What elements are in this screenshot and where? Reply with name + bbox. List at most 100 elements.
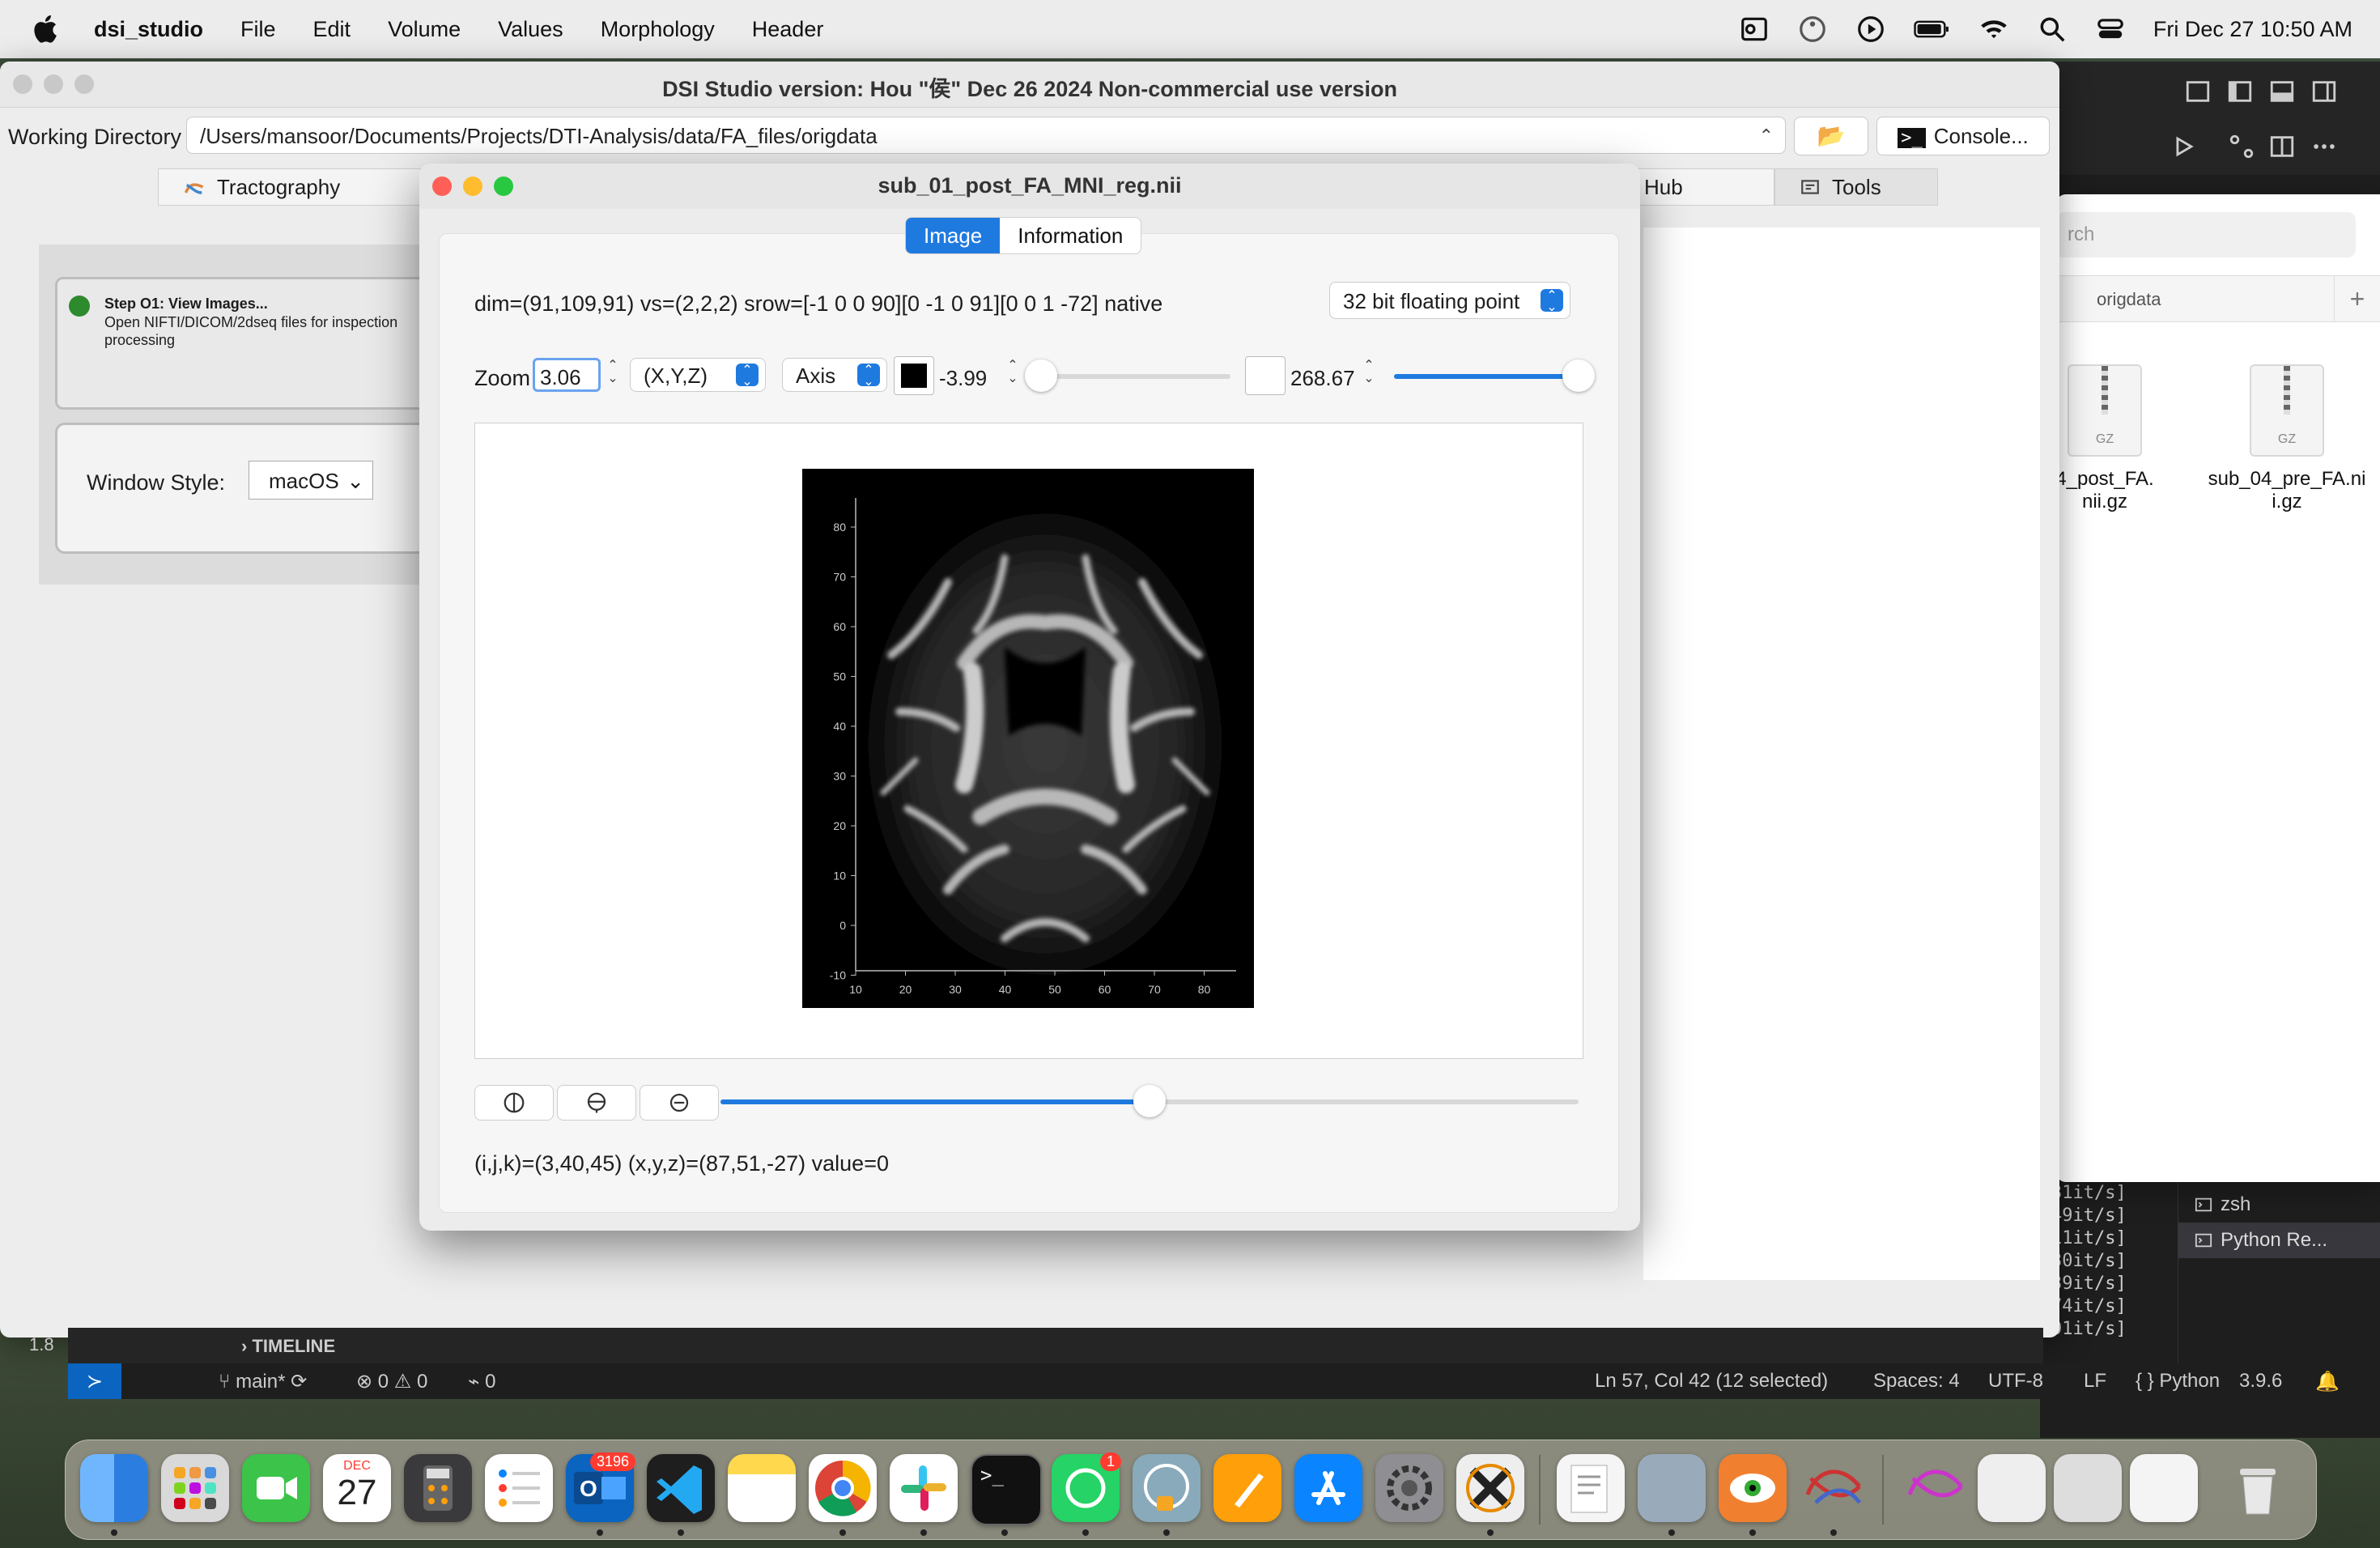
timeline-header[interactable]: › TIMELINE: [241, 1336, 335, 1357]
min-value-stepper[interactable]: ⌃ ⌄: [1005, 359, 1020, 385]
sagittal-view-button[interactable]: [474, 1085, 554, 1121]
cursor-position[interactable]: Ln 57, Col 42 (12 selected): [1595, 1370, 1828, 1393]
coronal-view-button[interactable]: [557, 1085, 636, 1121]
branch-indicator[interactable]: ⑂ main* ⟳: [219, 1370, 307, 1393]
terminal-tab-python[interactable]: Python Re...: [2178, 1223, 2380, 1258]
layout-icon[interactable]: [2184, 78, 2212, 105]
app-menu[interactable]: dsi_studio: [94, 17, 203, 42]
tab-tractography[interactable]: Tractography: [158, 168, 443, 206]
slider-knob[interactable]: [1133, 1085, 1166, 1117]
minimized-window-thumbnail[interactable]: [2054, 1454, 2122, 1522]
terminal-tab-zsh[interactable]: zsh: [2178, 1187, 2380, 1223]
menu-morphology[interactable]: Morphology: [601, 17, 715, 42]
preview-dock-icon[interactable]: [1638, 1454, 1706, 1522]
eol-indicator[interactable]: LF: [2084, 1370, 2106, 1393]
menu-values[interactable]: Values: [498, 17, 563, 42]
window-style-select[interactable]: macOS ⌄: [249, 461, 373, 500]
sidebar-toggle-icon[interactable]: [2226, 78, 2254, 105]
system-settings-dock-icon[interactable]: [1375, 1454, 1443, 1522]
max-value-stepper[interactable]: ⌃ ⌄: [1362, 359, 1376, 385]
calculator-dock-icon[interactable]: [404, 1454, 472, 1522]
trash-dock-icon[interactable]: [2224, 1454, 2292, 1522]
finder-dock-icon[interactable]: [80, 1454, 148, 1522]
minimized-window-thumbnail[interactable]: [2130, 1454, 2198, 1522]
zoom-input[interactable]: 3.06: [533, 358, 601, 392]
battery-icon[interactable]: [1914, 14, 1951, 45]
secondary-sidebar-icon[interactable]: [2310, 78, 2338, 105]
notifications-bell-icon[interactable]: 🔔: [2315, 1370, 2340, 1393]
slack-dock-icon[interactable]: [890, 1454, 958, 1522]
menubar-clock[interactable]: Fri Dec 27 10:50 AM: [2153, 17, 2352, 42]
remote-indicator-icon[interactable]: ≻: [68, 1363, 121, 1399]
outlook-status-icon[interactable]: [1739, 14, 1770, 45]
split-editor-icon[interactable]: [2268, 133, 2296, 160]
play-status-icon[interactable]: [1855, 14, 1886, 45]
terminal-dock-icon[interactable]: >_: [971, 1454, 1042, 1525]
tab-hub[interactable]: Hub: [1619, 168, 1774, 206]
zoom-stepper[interactable]: ⌃ ⌄: [606, 359, 620, 385]
tab-information[interactable]: Information: [1000, 218, 1141, 253]
outlook-dock-icon[interactable]: O 3196: [566, 1452, 635, 1522]
menu-edit[interactable]: Edit: [313, 17, 351, 42]
slider-knob[interactable]: [1025, 359, 1057, 392]
apple-menu-icon[interactable]: [31, 13, 63, 45]
chrome-dock-icon[interactable]: [809, 1454, 877, 1522]
axis-mode-select[interactable]: Axis ⌃ ⌄: [782, 358, 887, 392]
tab-tools[interactable]: Tools: [1774, 168, 1938, 206]
indentation-indicator[interactable]: Spaces: 4: [1873, 1370, 1960, 1393]
max-value-field[interactable]: 268.67: [1290, 366, 1355, 391]
reminders-dock-icon[interactable]: [485, 1454, 553, 1522]
data-type-select[interactable]: 32 bit floating point ⌃ ⌄: [1329, 282, 1570, 319]
orientation-select[interactable]: (X,Y,Z) ⌃ ⌄: [630, 358, 766, 392]
menu-file[interactable]: File: [240, 17, 276, 42]
launchpad-dock-icon[interactable]: [161, 1454, 229, 1522]
slice-position-slider[interactable]: [720, 1085, 1579, 1117]
slider-knob[interactable]: [1562, 359, 1595, 392]
encoding-indicator[interactable]: UTF-8: [1988, 1370, 2043, 1393]
browse-folder-button[interactable]: 📂: [1794, 117, 1868, 155]
problems-indicator[interactable]: ⊗ 0 ⚠ 0: [356, 1370, 427, 1393]
brain-slice-image[interactable]: 10 20 30 40 50 60 70 80 80 70 60 50 40 30 20 10 0 -10: [802, 469, 1254, 1008]
panel-toggle-icon[interactable]: [2268, 78, 2296, 105]
spotlight-search-icon[interactable]: [2037, 14, 2068, 45]
max-contrast-slider[interactable]: [1394, 359, 1595, 392]
dsi-studio-dock-icon[interactable]: [1719, 1454, 1787, 1522]
image-canvas[interactable]: 10 20 30 40 50 60 70 80 80 70 60 50 40 30 20 10 0 -10: [474, 423, 1583, 1059]
min-color-swatch[interactable]: [894, 356, 934, 395]
min-contrast-slider[interactable]: [1025, 359, 1230, 392]
minimized-window-thumbnail[interactable]: [1902, 1454, 1970, 1522]
vscode-dock-icon[interactable]: [647, 1454, 715, 1522]
tractography-app-dock-icon[interactable]: [1800, 1454, 1868, 1522]
vscode-terminal[interactable]: 31it/s] 49it/s] 11it/s] 30it/s] 39it/s] …: [2040, 1166, 2380, 1376]
minimized-window-thumbnail[interactable]: [1978, 1454, 2046, 1522]
new-tab-button[interactable]: +: [2334, 276, 2380, 321]
control-center-icon[interactable]: [2095, 14, 2126, 45]
wifi-icon[interactable]: [1978, 14, 2009, 45]
finder-tab-origdata[interactable]: origdata: [2097, 289, 2161, 310]
min-value-field[interactable]: -3.99: [939, 366, 987, 391]
max-color-swatch[interactable]: [1245, 356, 1286, 395]
run-icon[interactable]: [2170, 133, 2197, 160]
ports-indicator[interactable]: ⌁ 0: [468, 1370, 495, 1393]
accessibility-status-icon[interactable]: [1797, 14, 1828, 45]
vpn-dock-icon[interactable]: [1133, 1454, 1201, 1522]
finder-search-field[interactable]: rch: [2056, 212, 2356, 257]
menu-header[interactable]: Header: [752, 17, 824, 42]
finder-file-item[interactable]: GZ sub_04_pre_FA.ni i.gz: [2206, 364, 2368, 513]
calendar-dock-icon[interactable]: DEC 27: [323, 1454, 391, 1522]
pages-dock-icon[interactable]: [1213, 1454, 1281, 1522]
compare-icon[interactable]: [2228, 133, 2255, 160]
working-directory-combo[interactable]: /Users/mansoor/Documents/Projects/DTI-An…: [186, 117, 1786, 154]
whatsapp-dock-icon[interactable]: 1: [1052, 1452, 1121, 1522]
console-button[interactable]: >_ Console...: [1876, 117, 2050, 155]
python-version-indicator[interactable]: 3.9.6: [2239, 1370, 2282, 1393]
notes-dock-icon[interactable]: [728, 1454, 796, 1522]
app-store-dock-icon[interactable]: [1294, 1454, 1362, 1522]
axial-view-button[interactable]: [640, 1085, 719, 1121]
xquartz-dock-icon[interactable]: [1456, 1454, 1524, 1522]
tab-image[interactable]: Image: [906, 218, 1001, 253]
more-actions-icon[interactable]: [2310, 133, 2338, 160]
language-indicator[interactable]: { } Python: [2136, 1370, 2220, 1393]
textedit-dock-icon[interactable]: [1557, 1454, 1625, 1522]
step-view-images-button[interactable]: Step O1: View Images... Open NIFTI/DICOM…: [55, 277, 448, 410]
